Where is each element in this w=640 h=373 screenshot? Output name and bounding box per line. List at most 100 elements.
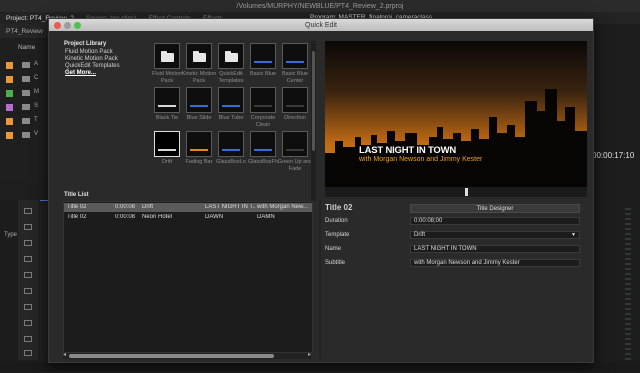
name-column-header[interactable]: Name: [18, 44, 35, 51]
scrollbar-thumb[interactable]: [69, 354, 274, 358]
panel-splitter[interactable]: [319, 199, 321, 359]
template-tile[interactable]: [218, 87, 244, 113]
folder-icon: [22, 76, 30, 82]
sequence-icon: [22, 90, 30, 96]
template-tile[interactable]: [282, 43, 308, 69]
chevron-down-icon: ▼: [571, 232, 576, 238]
title-list: Title 02 0:00:08 Drift LAST NIGHT IN T..…: [63, 201, 313, 353]
label-swatch: [6, 118, 13, 125]
hand-tool-icon[interactable]: [24, 336, 32, 342]
folder-icon: [193, 51, 206, 62]
quick-edit-window: Quick Edit Project Library Fluid Motion …: [48, 18, 594, 363]
title-list-label: Title List: [64, 192, 89, 198]
rate-stretch-tool-icon[interactable]: [24, 272, 32, 278]
template-tile[interactable]: [186, 43, 212, 69]
title-row-line2: with Morgan New...: [257, 204, 309, 210]
project-item[interactable]: A: [34, 61, 38, 67]
template-tile[interactable]: [218, 43, 244, 69]
scrollbar-thumb[interactable]: [312, 51, 315, 151]
subtitle-field[interactable]: with Morgan Newson and Jimmy Kester: [410, 259, 580, 267]
title-row-name: Title 02: [67, 204, 87, 210]
template-label: Fluid Motion Pack: [152, 71, 182, 84]
template-select[interactable]: Drift ▼: [410, 231, 580, 239]
title-row-duration: 0:00:08: [115, 204, 136, 210]
template-thumbnail-bar: [254, 149, 272, 151]
template-thumbnail-bar: [254, 61, 272, 63]
title-list-scrollbar[interactable]: ◂ ▸: [63, 351, 311, 359]
folder-icon: [22, 62, 30, 68]
template-tile[interactable]: [154, 131, 180, 157]
track-select-tool-icon[interactable]: [24, 224, 32, 230]
playhead-handle[interactable]: [465, 188, 468, 196]
template-tile[interactable]: [154, 87, 180, 113]
template-thumbnail-bar: [254, 105, 272, 107]
preview-scrub-bar[interactable]: [325, 187, 587, 197]
template-label: GlassBoxFh: [248, 159, 278, 165]
template-label: QuickEdit Templates: [218, 71, 244, 84]
subtitle-label: Subtitle: [325, 260, 346, 266]
name-label: Name: [325, 246, 342, 252]
label-swatch: [6, 90, 13, 97]
template-thumbnail-bar: [158, 149, 176, 151]
project-library-label: Project Library: [64, 41, 107, 47]
type-label: Type: [4, 232, 18, 238]
project-item[interactable]: V: [34, 131, 38, 137]
project-item[interactable]: S: [34, 103, 38, 109]
template-tile[interactable]: [282, 131, 308, 157]
template-tile[interactable]: [186, 87, 212, 113]
razor-tool-icon[interactable]: [24, 288, 32, 294]
ripple-edit-tool-icon[interactable]: [24, 240, 32, 246]
template-tile[interactable]: [250, 131, 276, 157]
library-item[interactable]: Kinetic Motion Pack: [65, 56, 118, 62]
template-grid: Fluid Motion Pack Kinetic Motion Pack Quic…: [149, 41, 311, 201]
quick-edit-titlebar[interactable]: Quick Edit: [49, 19, 593, 31]
audio-meter: [625, 205, 631, 365]
template-tile[interactable]: [250, 43, 276, 69]
title-row[interactable]: Title 02 0:00:08 Neon Hotel DAWN DAMN: [64, 213, 312, 222]
library-item[interactable]: QuickEdit Templates: [65, 63, 120, 69]
template-grid-scrollbar[interactable]: [311, 41, 316, 201]
minimize-icon[interactable]: [64, 22, 71, 29]
template-label: Corporate Clean: [250, 115, 276, 128]
template-label: GlassBoxLo: [216, 159, 246, 165]
zoom-tool-icon[interactable]: [24, 350, 32, 356]
duration-field[interactable]: 0:00:08;00: [410, 217, 580, 225]
template-label: Blue Slide: [186, 115, 212, 121]
scroll-right-icon[interactable]: ▸: [308, 351, 311, 358]
title-row-duration: 0:00:08: [115, 214, 136, 220]
name-field[interactable]: LAST NIGHT IN TOWN: [410, 245, 580, 253]
rolling-edit-tool-icon[interactable]: [24, 256, 32, 262]
program-timecode[interactable]: 00:00:17:10: [592, 151, 634, 160]
title-row-name: Title 02: [67, 214, 87, 220]
project-item[interactable]: M: [34, 89, 39, 95]
duration-label: Duration: [325, 218, 348, 224]
zoom-icon[interactable]: [74, 22, 81, 29]
title-preview: LAST NIGHT IN TOWN with Morgan Newson an…: [325, 41, 587, 187]
close-icon[interactable]: [54, 22, 61, 29]
title-row[interactable]: Title 02 0:00:08 Drift LAST NIGHT IN T..…: [64, 203, 312, 212]
slip-tool-icon[interactable]: [24, 304, 32, 310]
template-tile[interactable]: [250, 87, 276, 113]
folder-icon: [161, 51, 174, 62]
preview-title-text: LAST NIGHT IN TOWN: [359, 145, 457, 156]
project-item[interactable]: T: [34, 117, 38, 123]
template-tile[interactable]: [282, 87, 308, 113]
project-bin-path: PT4_Review: [0, 24, 48, 38]
template-label: Template: [325, 232, 350, 238]
get-more-link[interactable]: Get More...: [65, 70, 96, 76]
template-tile[interactable]: [154, 43, 180, 69]
title-designer-button[interactable]: Title Designer: [410, 204, 580, 213]
template-tile[interactable]: [186, 131, 212, 157]
label-swatch: [6, 104, 13, 111]
program-monitor-edge: [588, 24, 640, 372]
preview-city-skyline: [325, 41, 587, 187]
template-thumbnail-bar: [222, 105, 240, 107]
project-item[interactable]: C: [34, 75, 38, 81]
tools-panel: [18, 200, 38, 360]
template-tile[interactable]: [218, 131, 244, 157]
pen-tool-icon[interactable]: [24, 320, 32, 326]
selection-tool-icon[interactable]: [24, 208, 32, 214]
library-item[interactable]: Fluid Motion Pack: [65, 49, 113, 55]
project-list: Name A C M S T V: [0, 40, 48, 180]
scroll-left-icon[interactable]: ◂: [63, 351, 66, 358]
